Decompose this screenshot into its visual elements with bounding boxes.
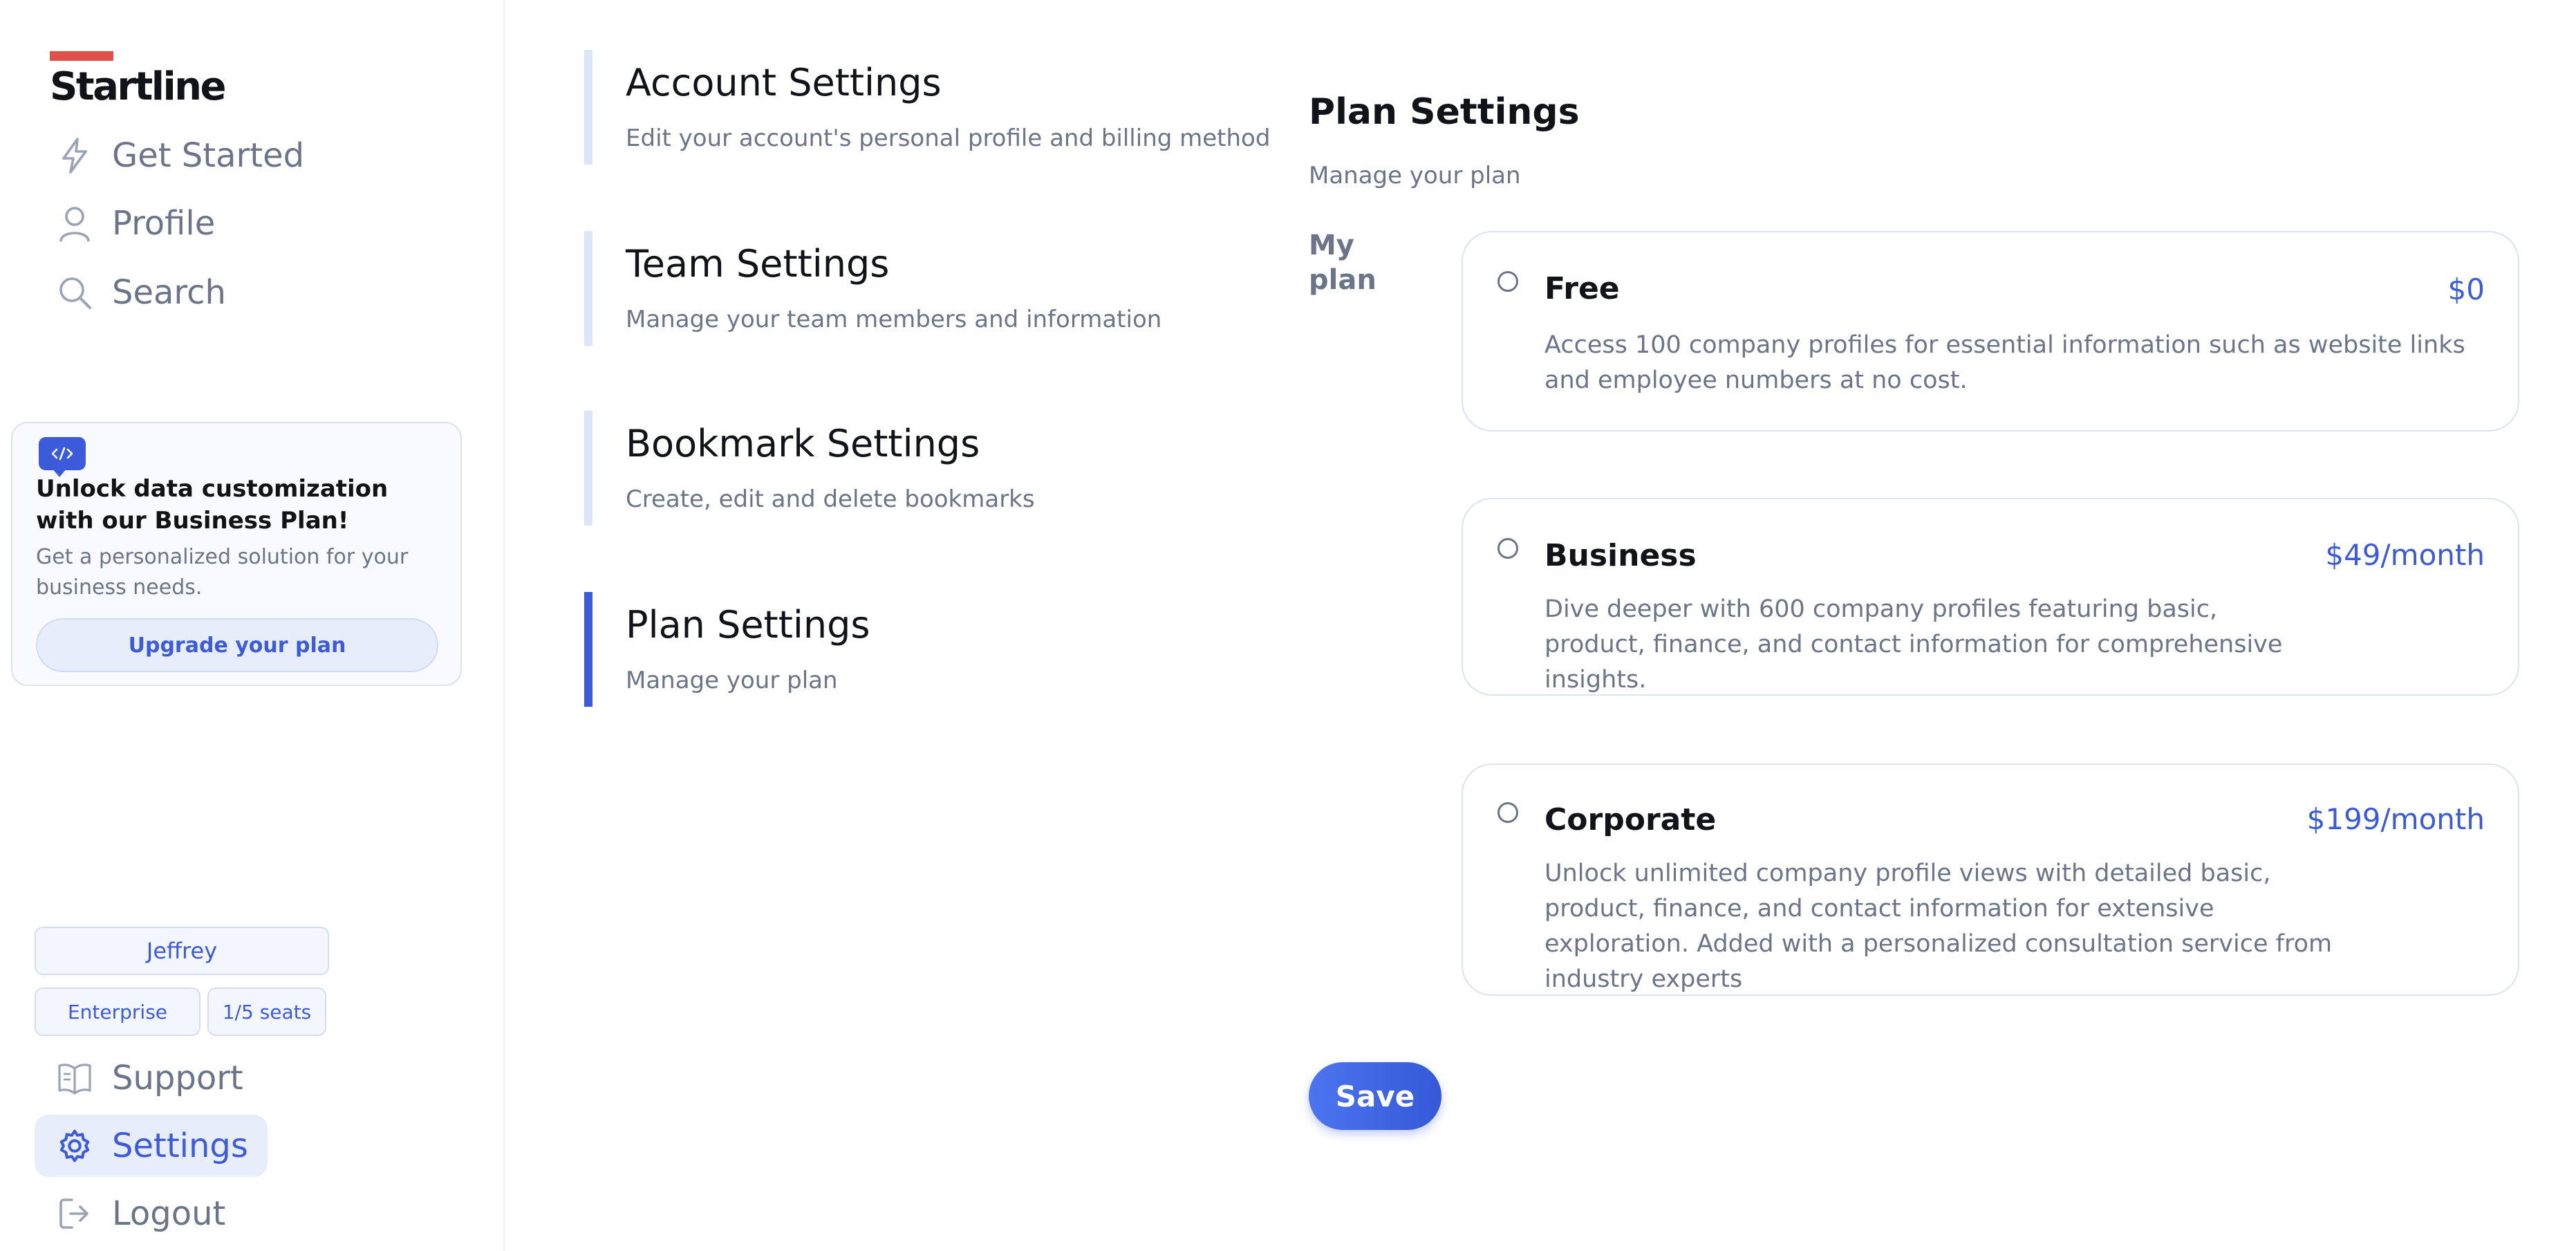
nav-label: Support — [112, 1059, 243, 1097]
section-title: Account Settings — [626, 61, 942, 104]
plan-card-business[interactable]: Business $49/month Dive deeper with 600 … — [1462, 498, 2519, 696]
panel-title: Plan Settings — [1309, 91, 1580, 133]
nav-label: Logout — [112, 1194, 226, 1233]
section-description: Manage your plan — [626, 667, 838, 694]
promo-title: Unlock data customization with our Busin… — [36, 475, 389, 535]
section-title: Team Settings — [626, 242, 890, 286]
nav-label: Settings — [112, 1127, 248, 1165]
nav-profile[interactable]: Profile — [35, 192, 234, 254]
section-title: Bookmark Settings — [626, 422, 980, 465]
nav-settings[interactable]: Settings — [35, 1115, 268, 1177]
plan-name: Corporate — [1544, 802, 1717, 837]
book-icon — [55, 1059, 94, 1097]
upgrade-plan-button[interactable]: Upgrade your plan — [36, 618, 438, 672]
nav-label: Get Started — [112, 136, 305, 175]
user-name-chip[interactable]: Jeffrey — [35, 927, 329, 975]
plan-card-corporate[interactable]: Corporate $199/month Unlock unlimited co… — [1462, 763, 2519, 996]
logo-wordmark: Startline — [50, 64, 227, 109]
nav-search[interactable]: Search — [35, 261, 245, 324]
startline-logo[interactable]: Startline — [50, 51, 227, 109]
plan-radio[interactable] — [1497, 538, 1518, 559]
seats-chip: 1/5 seats — [207, 988, 326, 1036]
section-rail-active — [584, 592, 592, 707]
plan-price: $0 — [2447, 272, 2485, 306]
section-description: Edit your account's personal profile and… — [626, 124, 1271, 152]
plan-tier-chip: Enterprise — [35, 988, 200, 1036]
section-account-settings[interactable]: Account Settings Edit your account's per… — [584, 50, 1270, 165]
plan-description: Dive deeper with 600 company profiles fe… — [1544, 595, 2283, 694]
section-description: Manage your team members and information — [626, 306, 1162, 333]
plan-radio[interactable] — [1497, 802, 1518, 823]
lightning-icon — [55, 136, 94, 175]
section-plan-settings[interactable]: Plan Settings Manage your plan — [584, 592, 1241, 707]
section-title: Plan Settings — [626, 603, 870, 647]
section-rail — [584, 411, 592, 526]
section-team-settings[interactable]: Team Settings Manage your team members a… — [584, 231, 1241, 346]
plan-description: Access 100 company profiles for essentia… — [1544, 331, 2465, 394]
nav-label: Search — [112, 273, 226, 312]
section-bookmark-settings[interactable]: Bookmark Settings Create, edit and delet… — [584, 411, 1241, 526]
plan-price: $49/month — [2325, 538, 2485, 572]
logo-accent-bar — [50, 51, 113, 61]
section-rail — [584, 231, 592, 346]
nav-label: Profile — [112, 204, 216, 243]
plan-price: $199/month — [2306, 802, 2485, 836]
nav-support[interactable]: Support — [35, 1047, 263, 1109]
plan-radio[interactable] — [1497, 271, 1518, 292]
section-description: Create, edit and delete bookmarks — [626, 485, 1035, 513]
plan-description: Unlock unlimited company profile views w… — [1544, 860, 2333, 993]
plan-name: Free — [1544, 271, 1620, 306]
promo-description: Get a personalized solution for your bus… — [36, 545, 409, 600]
panel-subtitle: Manage your plan — [1309, 162, 1521, 189]
plan-name: Business — [1544, 538, 1697, 573]
logout-icon — [55, 1194, 94, 1233]
nav-logout[interactable]: Logout — [35, 1183, 245, 1245]
plan-card-free[interactable]: Free $0 Access 100 company profiles for … — [1462, 231, 2519, 432]
section-rail — [584, 50, 592, 165]
sidebar: Startline Get Started Profile Search Unl… — [0, 0, 505, 1251]
user-icon — [55, 204, 94, 243]
search-icon — [55, 273, 94, 312]
gear-icon — [55, 1127, 94, 1165]
save-button[interactable]: Save — [1309, 1062, 1441, 1130]
upgrade-promo-card: Unlock data customization with our Busin… — [11, 422, 462, 686]
code-chat-icon — [39, 437, 86, 477]
my-plan-label: My plan — [1309, 230, 1376, 296]
nav-get-started[interactable]: Get Started — [35, 124, 324, 187]
